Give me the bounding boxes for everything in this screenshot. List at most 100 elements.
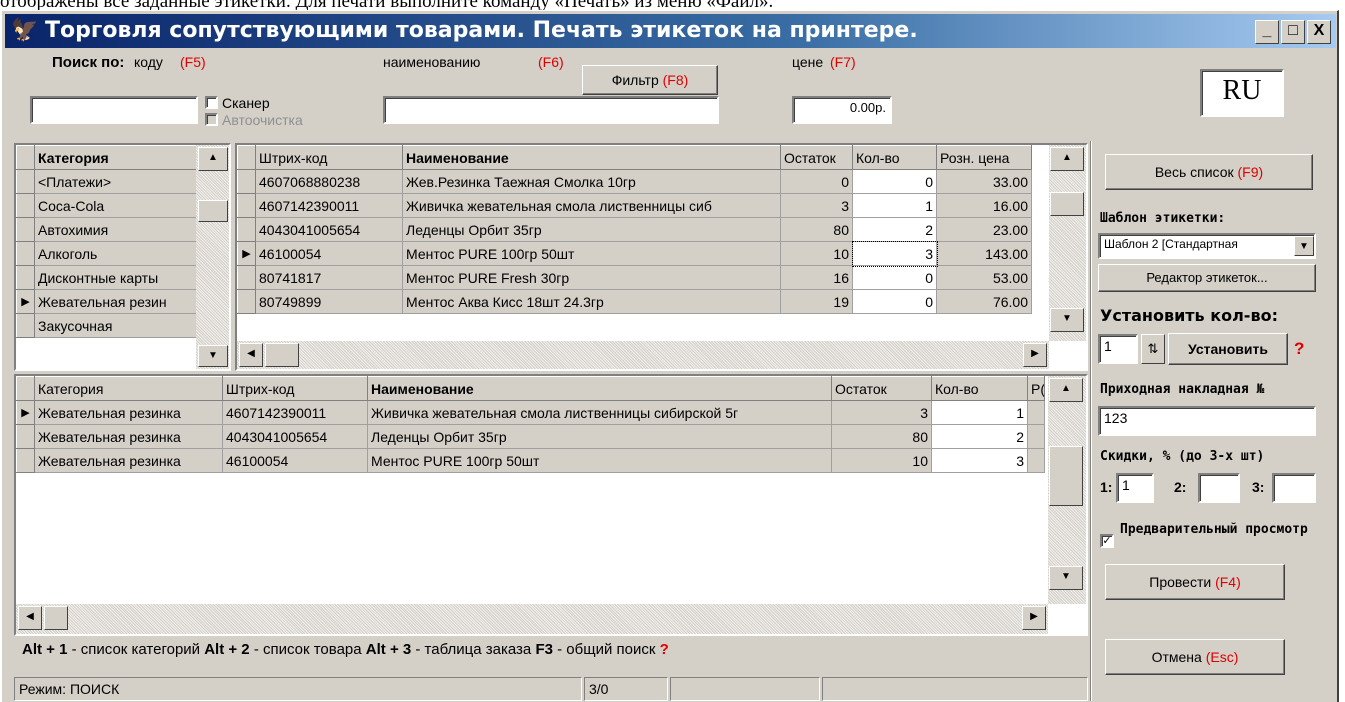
category-row[interactable]: ▶ Жевательная резин — [16, 289, 213, 314]
category-cell[interactable]: Закусочная — [34, 313, 213, 338]
product-row[interactable]: 4607142390011 Живичка жевательная смола л… — [237, 193, 1032, 218]
categories-scrollbar[interactable] — [196, 145, 229, 369]
all-list-button[interactable]: Весь список (F9) — [1105, 154, 1313, 190]
order-cell[interactable]: 2 — [931, 424, 1028, 449]
product-row[interactable]: ▶ 46100054 Ментос PURE 100гр 50шт 10 3 143.00 — [237, 240, 1032, 267]
order-column-header[interactable]: Остаток — [831, 376, 932, 401]
product-cell[interactable]: 0 — [852, 265, 937, 290]
scroll-thumb[interactable] — [44, 606, 68, 630]
scroll-down-icon[interactable]: ▼ — [198, 345, 228, 367]
category-cell[interactable]: Автохимия — [34, 217, 213, 242]
category-row[interactable]: Алкоголь — [16, 241, 213, 266]
minimize-button[interactable]: _ — [1255, 20, 1279, 44]
close-button[interactable]: X — [1307, 20, 1331, 44]
help-icon[interactable]: ? — [660, 641, 669, 658]
discount-1-input[interactable]: 1 — [1116, 473, 1154, 503]
chevron-down-icon[interactable]: ▼ — [1294, 236, 1314, 256]
template-select[interactable]: Шаблон 2 [Стандартная — [1098, 233, 1316, 259]
product-row[interactable]: 80741817 Ментос PURE Fresh 30гр 16 0 53.00 — [237, 265, 1032, 290]
autoclear-label: Автоочистка — [222, 112, 303, 128]
category-row[interactable]: Закусочная — [16, 313, 213, 338]
discount-2-input[interactable] — [1198, 473, 1240, 503]
product-row[interactable]: 4607068880238 Жев.Резинка Таежная Смолка … — [237, 169, 1032, 194]
order-row[interactable]: Жевательная резинка 4043041005654 Леденцы … — [16, 424, 1045, 449]
order-column-header[interactable]: Категория — [34, 376, 223, 401]
label-editor-button[interactable]: Редактор этикеток... — [1098, 264, 1316, 292]
spin-icon[interactable]: ⇅ — [1141, 334, 1165, 364]
category-row[interactable]: Coca-Cola — [16, 193, 213, 218]
product-cell[interactable]: 3 — [851, 240, 938, 267]
scroll-down-icon[interactable]: ▼ — [1050, 308, 1084, 332]
product-row[interactable]: 4043041005654 Леденцы Орбит 35гр 80 2 23.00 — [237, 217, 1032, 242]
order-row[interactable]: ▶ Жевательная резинка 4607142390011 Живичка… — [16, 400, 1045, 425]
category-cell[interactable]: Дисконтные карты — [34, 265, 213, 290]
discount-2-label: 2: — [1174, 479, 1187, 495]
autoclear-checkbox[interactable] — [205, 113, 218, 126]
product-cell[interactable]: 0 — [852, 169, 937, 194]
discount-3-input[interactable] — [1272, 473, 1316, 503]
scroll-thumb[interactable] — [198, 200, 228, 222]
category-cell[interactable]: Coca-Cola — [34, 193, 213, 218]
scroll-down-icon[interactable]: ▼ — [1049, 566, 1083, 590]
category-row[interactable]: Автохимия — [16, 217, 213, 242]
filter-button[interactable]: Фильтр (F8) — [582, 65, 718, 95]
cancel-button[interactable]: Отмена (Esc) — [1105, 639, 1285, 675]
category-row[interactable]: <Платежи> — [16, 169, 213, 194]
category-row[interactable]: Дисконтные карты — [16, 265, 213, 290]
scroll-up-icon[interactable]: ▲ — [1050, 147, 1084, 171]
order-column-header[interactable]: Наименование — [367, 376, 832, 401]
scroll-up-icon[interactable]: ▲ — [1049, 378, 1083, 402]
order-column-header[interactable]: Р( — [1027, 376, 1045, 401]
invoice-input[interactable]: 123 — [1098, 406, 1316, 436]
product-cell[interactable]: 1 — [852, 193, 937, 218]
post-button[interactable]: Провести (F4) — [1105, 564, 1285, 600]
products-column-header[interactable]: Остаток — [780, 145, 853, 170]
category-cell[interactable]: Алкоголь — [34, 241, 213, 266]
category-header[interactable]: Категория — [34, 145, 213, 170]
order-cell: Ментос PURE 100гр 50шт — [367, 448, 832, 473]
product-row[interactable]: 80749899 Ментос Аква Кисс 18шт 24.3гр 19 0 7… — [237, 289, 1032, 314]
name-search-input[interactable] — [383, 96, 719, 124]
category-cell[interactable]: Жевательная резин — [34, 289, 213, 314]
row-indicator — [237, 217, 256, 242]
products-hscroll[interactable] — [237, 341, 1049, 369]
scroll-left-icon[interactable]: ◀ — [18, 606, 42, 630]
preview-checkbox[interactable]: ✓ — [1100, 534, 1114, 548]
scroll-thumb[interactable] — [265, 343, 299, 367]
order-hscroll[interactable] — [16, 604, 1048, 634]
scroll-left-icon[interactable]: ◀ — [239, 343, 263, 367]
scroll-right-icon[interactable]: ▶ — [1023, 343, 1047, 367]
order-column-header[interactable]: Штрих-код — [222, 376, 368, 401]
order-column-header[interactable]: Кол-во — [931, 376, 1028, 401]
price-search-input[interactable]: 0.00р. — [792, 96, 892, 124]
products-column-header[interactable]: Розн. цена — [936, 145, 1032, 170]
product-cell: 23.00 — [936, 217, 1032, 242]
help-icon[interactable]: ? — [1294, 339, 1304, 359]
order-cell[interactable]: 3 — [931, 448, 1028, 473]
scanner-checkbox[interactable] — [205, 96, 218, 109]
products-column-header[interactable]: Кол-во — [852, 145, 937, 170]
code-search-input[interactable] — [30, 96, 198, 124]
category-cell[interactable]: <Платежи> — [34, 169, 213, 194]
product-cell: Ментос PURE 100гр 50шт — [402, 241, 781, 266]
scroll-up-icon[interactable]: ▲ — [198, 147, 228, 171]
products-column-header[interactable]: Штрих-код — [255, 145, 403, 170]
language-indicator[interactable]: RU — [1200, 69, 1284, 117]
status-panel — [670, 677, 820, 701]
scroll-thumb[interactable] — [1050, 192, 1084, 216]
scroll-thumb[interactable] — [1049, 446, 1083, 506]
qty-input[interactable]: 1 — [1098, 334, 1138, 364]
products-column-header[interactable]: Наименование — [402, 145, 781, 170]
product-cell[interactable]: 2 — [852, 217, 937, 242]
product-cell: 4607142390011 — [255, 193, 403, 218]
hint-key: Alt + 1 — [22, 641, 68, 658]
order-row[interactable]: Жевательная резинка 46100054 Ментос PURE 1… — [16, 448, 1045, 473]
scroll-right-icon[interactable]: ▶ — [1022, 606, 1046, 630]
maximize-button[interactable]: □ — [1281, 20, 1305, 44]
current-row-pointer-icon: ▶ — [16, 289, 35, 314]
order-cell[interactable]: 1 — [931, 400, 1028, 425]
set-qty-button[interactable]: Установить — [1168, 333, 1288, 365]
row-indicator — [237, 265, 256, 290]
product-cell[interactable]: 0 — [852, 289, 937, 314]
hint-key: F3 — [535, 641, 553, 658]
